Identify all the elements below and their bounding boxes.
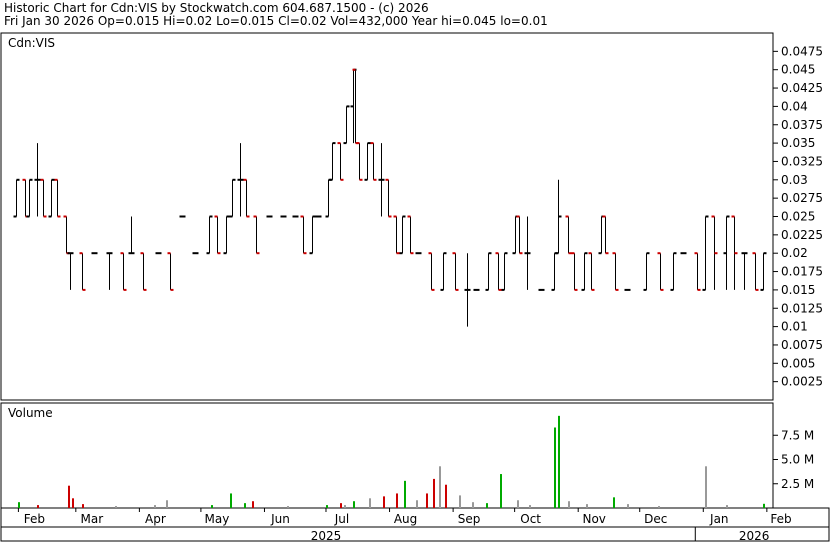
month-label: Jan — [709, 512, 729, 526]
volume-bar — [627, 504, 629, 508]
volume-bar — [426, 493, 428, 508]
price-y-tick-label: 0.0125 — [781, 301, 823, 315]
volume-bar — [115, 506, 117, 508]
price-y-tick-label: 0.03 — [781, 173, 808, 187]
volume-bar — [353, 501, 355, 508]
volume-bar — [658, 506, 660, 508]
volume-bar — [416, 500, 418, 508]
price-y-tick-label: 0.0025 — [781, 375, 823, 389]
volume-y-tick-label: 7.5 M — [781, 428, 814, 442]
volume-bar — [558, 415, 560, 508]
volume-panel-frame — [0, 402, 774, 509]
volume-bar — [586, 504, 588, 508]
price-volume-chart: 0.0475 0.045 0.0425 0.04 0.0375 0.035 0.0325 0.… — [0, 32, 830, 543]
volume-bar — [211, 505, 213, 508]
volume-bar — [396, 493, 398, 508]
price-y-tick-label: 0.0375 — [781, 118, 823, 132]
volume-bar — [326, 505, 328, 508]
price-y-tick-label: 0.0175 — [781, 265, 823, 279]
volume-panel-label: Volume — [8, 406, 53, 420]
price-y-tick-label: 0.02 — [781, 246, 808, 260]
volume-bar — [472, 502, 474, 508]
volume-bar — [72, 498, 74, 508]
month-label: Jun — [270, 512, 290, 526]
volume-bar — [433, 478, 435, 508]
volume-bar — [37, 505, 39, 508]
price-y-tick-label: 0.0225 — [781, 228, 823, 242]
price-y-tick-label: 0.04 — [781, 99, 808, 113]
month-label: Feb — [24, 512, 45, 526]
month-label: Jul — [334, 512, 349, 526]
month-label: Nov — [582, 512, 605, 526]
month-label: Feb — [770, 512, 791, 526]
price-y-tick-label: 0.0075 — [781, 338, 823, 352]
price-y-tick-label: 0.0325 — [781, 154, 823, 168]
price-panel-label: Cdn:VIS — [8, 36, 55, 50]
volume-bar — [554, 427, 556, 508]
price-y-tick-label: 0.0275 — [781, 191, 823, 205]
volume-bar — [486, 503, 488, 508]
month-label: Sep — [458, 512, 481, 526]
volume-bar — [459, 495, 461, 508]
volume-bar — [244, 503, 246, 508]
year-label: 2025 — [311, 529, 342, 543]
volume-bar — [340, 503, 342, 508]
volume-bar — [439, 466, 441, 508]
volume-bar — [763, 503, 765, 508]
month-label: Aug — [394, 512, 417, 526]
volume-bar — [287, 506, 289, 508]
volume-bar — [404, 480, 406, 508]
price-y-tick-label: 0.01 — [781, 320, 808, 334]
volume-bar — [705, 466, 707, 508]
volume-bar — [344, 505, 346, 508]
volume-bar — [230, 493, 232, 508]
volume-bar — [154, 505, 156, 508]
volume-bar — [369, 498, 371, 508]
month-label: Apr — [145, 512, 166, 526]
price-y-tick-label: 0.015 — [781, 283, 815, 297]
volume-bar — [252, 501, 254, 508]
volume-bar — [529, 505, 531, 508]
price-y-tick-label: 0.035 — [781, 136, 815, 150]
volume-bar — [383, 496, 385, 508]
volume-bar — [166, 500, 168, 508]
price-y-tick-label: 0.005 — [781, 356, 815, 370]
year-label: 2026 — [739, 529, 770, 543]
price-y-tick-label: 0.0425 — [781, 81, 823, 95]
price-y-tick-label: 0.0475 — [781, 44, 823, 58]
price-panel-frame — [0, 32, 774, 401]
volume-bar — [18, 502, 20, 508]
volume-bar — [500, 474, 502, 508]
month-label: Oct — [520, 512, 541, 526]
month-label: Mar — [80, 512, 103, 526]
volume-bar — [445, 484, 447, 508]
volume-bar — [517, 500, 519, 508]
volume-bar — [568, 501, 570, 508]
price-y-tick-label: 0.045 — [781, 63, 815, 77]
volume-bar — [82, 504, 84, 508]
volume-y-tick-label: 2.5 M — [781, 477, 814, 491]
volume-bar — [613, 497, 615, 508]
volume-bar — [726, 505, 728, 508]
volume-bar — [68, 485, 70, 508]
price-y-tick-label: 0.025 — [781, 210, 815, 224]
month-label: Dec — [644, 512, 667, 526]
volume-y-tick-label: 5.0 M — [781, 453, 814, 467]
month-label: May — [204, 512, 229, 526]
